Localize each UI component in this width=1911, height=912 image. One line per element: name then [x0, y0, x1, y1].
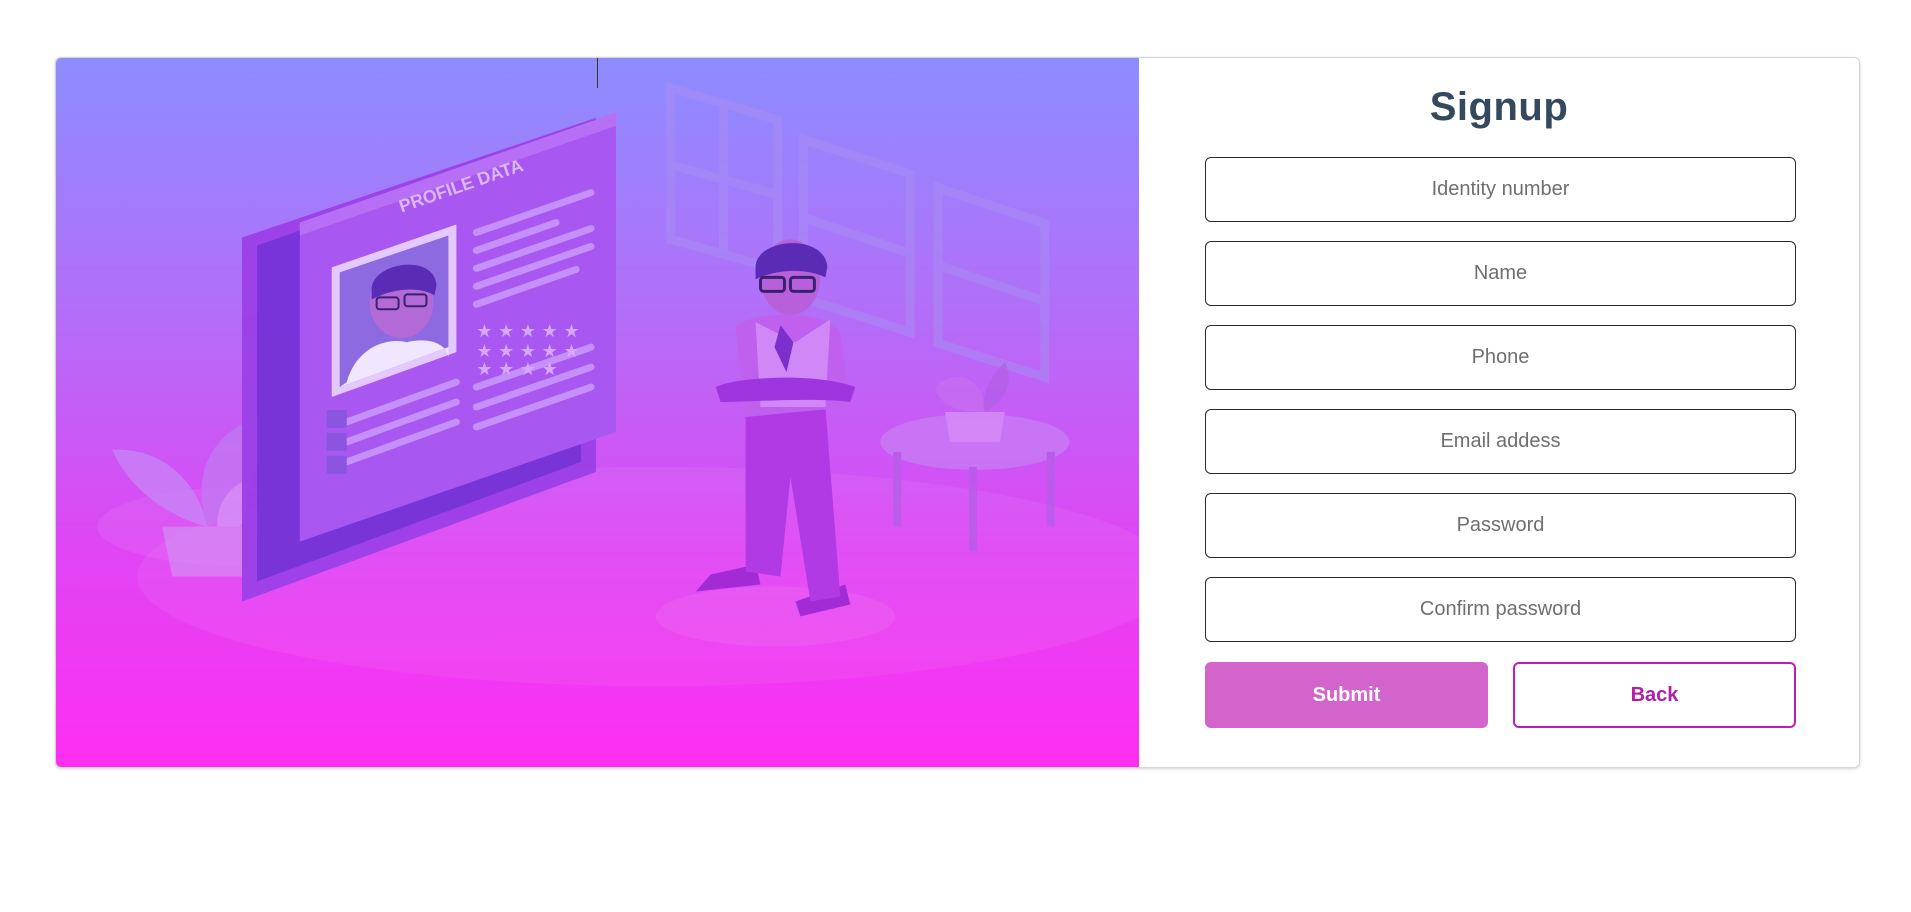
email-input[interactable]	[1205, 409, 1796, 474]
svg-text:★ ★ ★ ★: ★ ★ ★ ★	[476, 359, 557, 380]
confirm-password-input[interactable]	[1205, 577, 1796, 642]
phone-input[interactable]	[1205, 325, 1796, 390]
profile-data-illustration: PROFILE DATA ★ ★ ★ ★ ★ ★ ★ ★ ★ ★ ★ ★ ★ ★	[97, 81, 1139, 687]
signup-illustration: PROFILE DATA ★ ★ ★ ★ ★ ★ ★ ★ ★ ★ ★ ★ ★ ★	[56, 58, 1139, 767]
identity-number-input[interactable]	[1205, 157, 1796, 222]
svg-text:★ ★ ★ ★ ★: ★ ★ ★ ★ ★	[476, 321, 579, 342]
password-input[interactable]	[1205, 493, 1796, 558]
signup-card: PROFILE DATA ★ ★ ★ ★ ★ ★ ★ ★ ★ ★ ★ ★ ★ ★…	[55, 57, 1860, 768]
name-input[interactable]	[1205, 241, 1796, 306]
page-title: Signup	[1429, 85, 1569, 129]
back-button[interactable]: Back	[1513, 662, 1796, 728]
submit-button[interactable]: Submit	[1205, 662, 1488, 728]
signup-form: Signup Submit Back	[1139, 58, 1859, 767]
text-cursor-mark	[597, 58, 598, 88]
